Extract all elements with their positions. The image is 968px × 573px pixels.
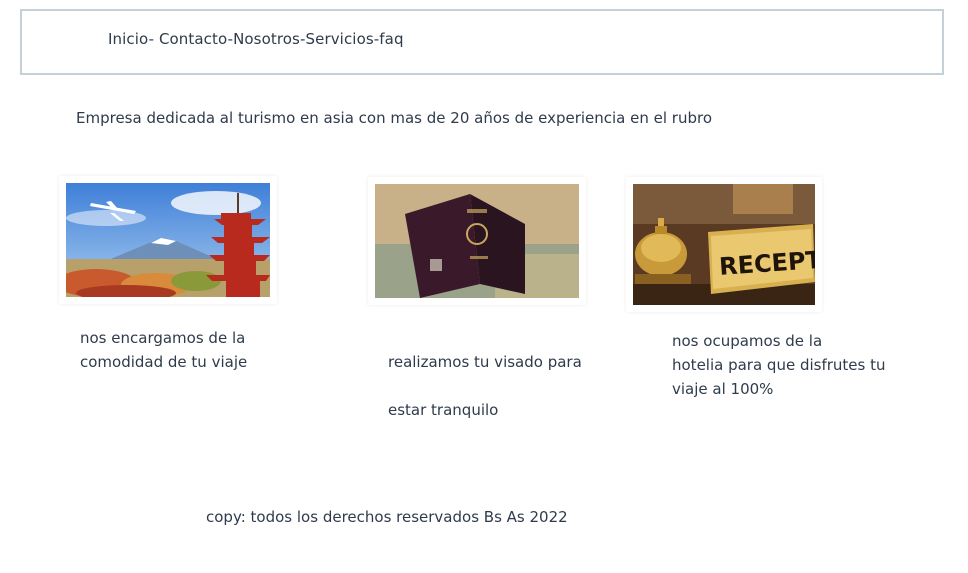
- footer-copyright: copy: todos los derechos reservados Bs A…: [206, 508, 568, 526]
- passport-image: [375, 184, 579, 298]
- navbar: Inicio- Contacto-Nosotros-Servicios-faq: [20, 9, 944, 75]
- card-caption-visa: realizamos tu visado para estar tranquil…: [388, 338, 582, 434]
- caption-line: comodidad de tu viaje: [80, 353, 248, 371]
- reception-bell-image: RECEPTION: [633, 184, 815, 305]
- caption-line: hotelia para que disfrutes tu: [672, 356, 886, 374]
- caption-line: nos encargamos de la: [80, 329, 246, 347]
- card-image-visa: [368, 177, 586, 305]
- caption-line: nos ocupamos de la: [672, 332, 823, 350]
- card-image-travel: [59, 176, 277, 304]
- card-image-hotel: RECEPTION: [626, 177, 822, 312]
- card-caption-hotel: nos ocupamos de la hotelia para que disf…: [672, 329, 886, 401]
- caption-line: estar tranquilo: [388, 401, 499, 419]
- page: Inicio- Contacto-Nosotros-Servicios-faq …: [0, 0, 968, 573]
- airplane-pagoda-mountain-image: [66, 183, 270, 297]
- caption-line: realizamos tu visado para: [388, 353, 582, 371]
- intro-text: Empresa dedicada al turismo en asia con …: [76, 109, 713, 127]
- card-caption-travel: nos encargamos de la comodidad de tu via…: [80, 326, 247, 374]
- caption-line: viaje al 100%: [672, 380, 774, 398]
- nav-links[interactable]: Inicio- Contacto-Nosotros-Servicios-faq: [108, 30, 404, 48]
